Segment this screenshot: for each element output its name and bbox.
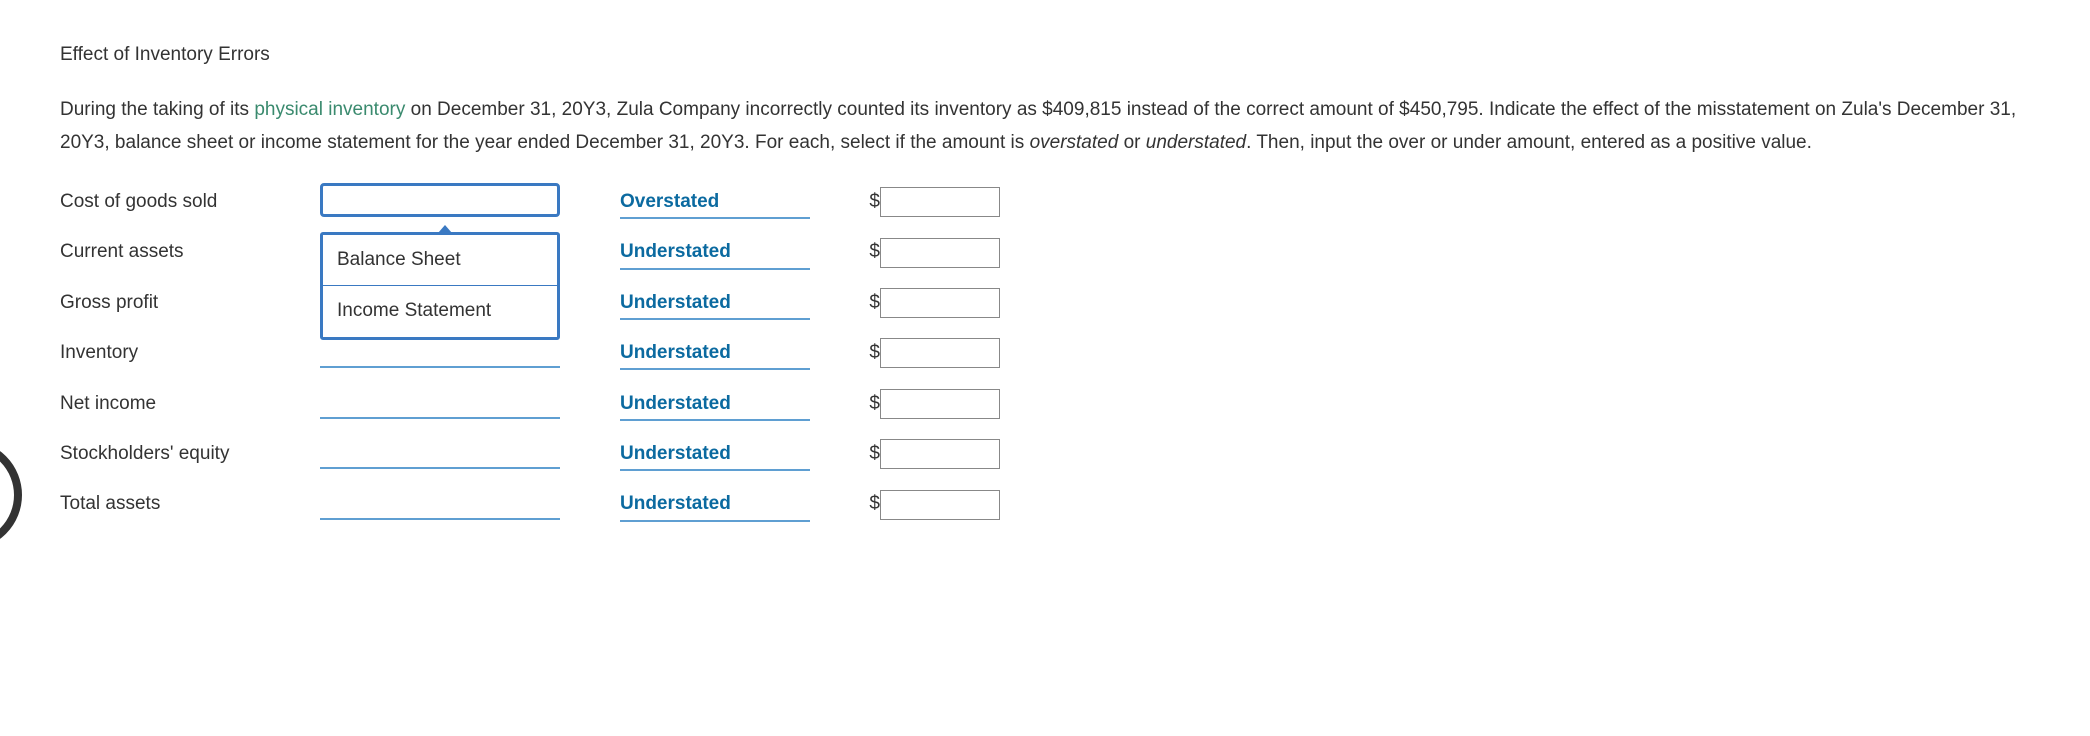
- currency-symbol: $: [840, 187, 880, 217]
- amount-input[interactable]: [880, 187, 1000, 217]
- effect-display[interactable]: Understated: [620, 490, 840, 520]
- effect-value: Understated: [620, 439, 731, 469]
- effect-display[interactable]: Understated: [620, 338, 840, 368]
- effect-display[interactable]: Overstated: [620, 187, 840, 217]
- dropdown-option-income-statement[interactable]: Income Statement: [323, 285, 557, 336]
- effect-value: Understated: [620, 288, 731, 318]
- statement-select[interactable]: [320, 490, 560, 520]
- page-title: Effect of Inventory Errors: [60, 40, 2030, 70]
- amount-input[interactable]: [880, 389, 1000, 419]
- effect-value: Understated: [620, 489, 731, 519]
- amount-input[interactable]: [880, 238, 1000, 268]
- dropdown-panel: Balance Sheet Income Statement: [320, 232, 560, 340]
- glossary-link-physical-inventory[interactable]: physical inventory: [254, 99, 405, 120]
- statement-select[interactable]: [320, 389, 560, 419]
- effect-value: Understated: [620, 338, 731, 368]
- amount-input[interactable]: [880, 338, 1000, 368]
- intro-text-1: During the taking of its: [60, 99, 254, 120]
- effect-value: Understated: [620, 389, 731, 419]
- currency-symbol: $: [840, 237, 880, 267]
- answer-grid: Cost of goods sold Overstated $ Current …: [60, 187, 2030, 520]
- effect-display[interactable]: Understated: [620, 238, 840, 268]
- row-label: Stockholders' equity: [60, 439, 320, 469]
- intro-text-4: . Then, input the over or under amount, …: [1246, 132, 1812, 153]
- row-label: Cost of goods sold: [60, 187, 320, 217]
- row-label: Net income: [60, 389, 320, 419]
- effect-display[interactable]: Understated: [620, 389, 840, 419]
- effect-value: Overstated: [620, 187, 719, 217]
- row-label: Gross profit: [60, 288, 320, 318]
- statement-select[interactable]: [320, 187, 560, 217]
- currency-symbol: $: [840, 288, 880, 318]
- currency-symbol: $: [840, 389, 880, 419]
- effect-display[interactable]: Understated: [620, 439, 840, 469]
- statement-dropdown-open: Balance Sheet Income Statement: [320, 232, 560, 340]
- intro-italic-overstated: overstated: [1030, 132, 1119, 153]
- dropdown-arrow-icon: [438, 225, 452, 233]
- statement-select[interactable]: [320, 439, 560, 469]
- effect-display[interactable]: Understated: [620, 288, 840, 318]
- help-circle-icon[interactable]: [0, 440, 22, 550]
- effect-value: Understated: [620, 237, 731, 267]
- row-label: Current assets: [60, 237, 320, 267]
- dropdown-option-balance-sheet[interactable]: Balance Sheet: [323, 235, 557, 285]
- currency-symbol: $: [840, 439, 880, 469]
- intro-italic-understated: understated: [1146, 132, 1246, 153]
- amount-input[interactable]: [880, 439, 1000, 469]
- currency-symbol: $: [840, 338, 880, 368]
- currency-symbol: $: [840, 489, 880, 519]
- amount-input[interactable]: [880, 288, 1000, 318]
- statement-select[interactable]: [320, 338, 560, 368]
- intro-text-3: or: [1118, 132, 1145, 153]
- row-label: Total assets: [60, 489, 320, 519]
- row-label: Inventory: [60, 338, 320, 368]
- intro-paragraph: During the taking of its physical invent…: [60, 94, 2030, 159]
- amount-input[interactable]: [880, 490, 1000, 520]
